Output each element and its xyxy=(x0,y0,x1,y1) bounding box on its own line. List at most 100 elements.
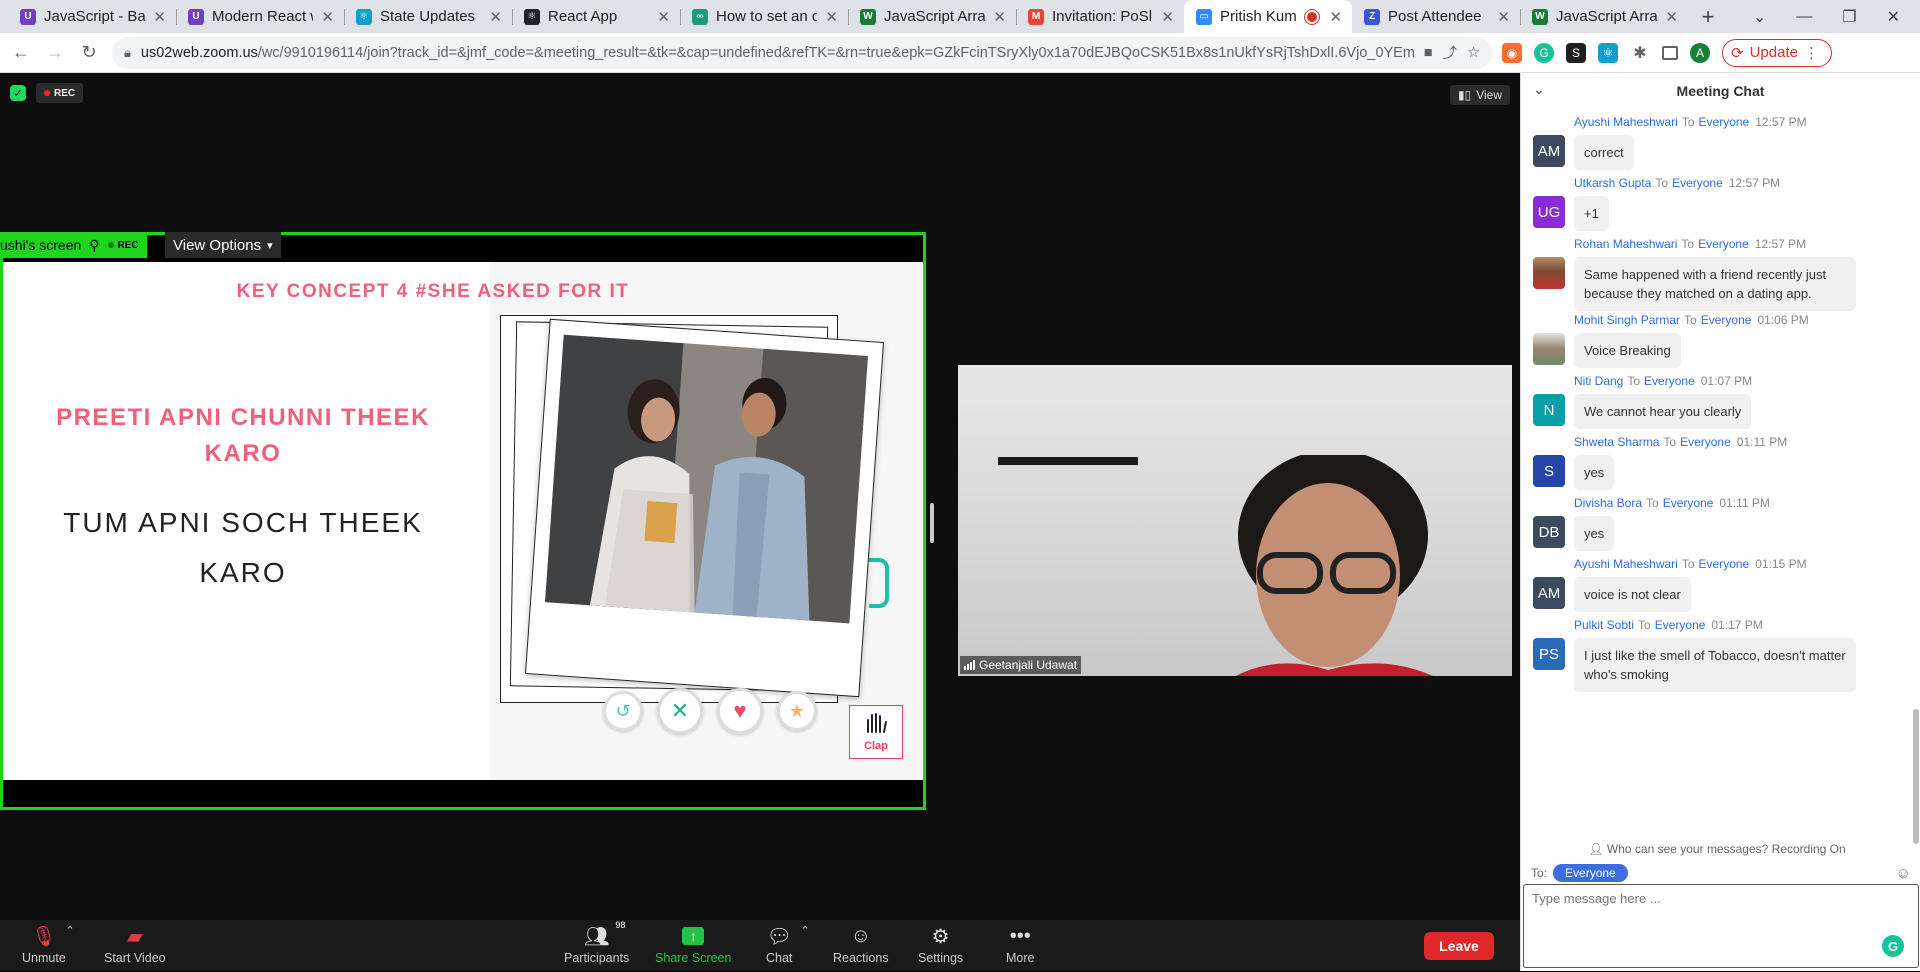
chat-avatar[interactable]: S xyxy=(1533,455,1565,487)
chat-avatar[interactable]: DB xyxy=(1533,516,1565,548)
chat-avatar[interactable]: N xyxy=(1533,394,1565,426)
chat-sender[interactable]: Divisha Bora xyxy=(1574,496,1642,510)
chat-target[interactable]: Everyone xyxy=(1701,313,1752,327)
close-window-icon[interactable]: ✕ xyxy=(1887,7,1900,27)
leave-button[interactable]: Leave xyxy=(1424,932,1494,960)
grammarly-extension-icon[interactable]: G xyxy=(1534,42,1554,63)
extensions-puzzle-icon[interactable]: ✱ xyxy=(1630,43,1650,63)
tab-close-icon[interactable]: ✕ xyxy=(489,8,502,26)
chat-avatar[interactable]: UG xyxy=(1533,196,1565,228)
encryption-shield-icon[interactable]: ✓ xyxy=(10,85,26,101)
chat-bubble[interactable]: yes xyxy=(1574,455,1615,490)
chat-bubble[interactable]: voice is not clear xyxy=(1574,577,1691,612)
tab-close-icon[interactable]: ✕ xyxy=(1161,8,1174,26)
reload-icon[interactable]: ↻ xyxy=(72,36,106,70)
chat-sender[interactable]: Utkarsh Gupta xyxy=(1574,176,1651,190)
chat-target[interactable]: Everyone xyxy=(1655,618,1706,632)
browser-tab[interactable]: M Invitation: PoSl ✕ xyxy=(1016,0,1184,33)
chat-message-list[interactable]: Ayushi Maheshwari To Everyone 12:57 PM AM cor… xyxy=(1521,109,1913,849)
browser-tab[interactable]: ▭ Pritish Kum ✕ xyxy=(1184,0,1352,33)
side-panel-icon[interactable] xyxy=(1662,45,1678,60)
chat-sender[interactable]: Rohan Maheshwari xyxy=(1574,237,1677,251)
emoji-icon[interactable]: ☺ xyxy=(1896,865,1911,882)
chat-bubble[interactable]: Voice Breaking xyxy=(1574,333,1681,368)
chat-sender[interactable]: Mohit Singh Parmar xyxy=(1574,313,1680,327)
chat-target[interactable]: Everyone xyxy=(1672,176,1723,190)
participants-button[interactable]: 👥︎ 98 Participants xyxy=(564,920,629,965)
settings-button[interactable]: ⚙ Settings xyxy=(918,924,963,966)
s-extension-icon[interactable]: S xyxy=(1566,42,1586,63)
tab-close-icon[interactable]: ✕ xyxy=(321,8,334,26)
chat-target[interactable]: Everyone xyxy=(1680,435,1731,449)
chat-bubble[interactable]: We cannot hear you clearly xyxy=(1574,394,1752,429)
new-tab-button[interactable]: + xyxy=(1688,0,1728,33)
more-button[interactable]: ••• More xyxy=(1006,924,1034,966)
chat-sender[interactable]: Pulkit Sobti xyxy=(1574,618,1634,632)
chat-bubble[interactable]: +1 xyxy=(1574,196,1609,231)
restore-icon[interactable]: ❐ xyxy=(1842,7,1856,27)
chat-target[interactable]: Everyone xyxy=(1698,237,1749,251)
chat-options-caret-icon[interactable]: ⌃ xyxy=(801,924,810,937)
minimize-icon[interactable]: — xyxy=(1796,8,1812,26)
chat-avatar[interactable]: PS xyxy=(1533,638,1565,670)
recipient-select[interactable]: Everyone xyxy=(1553,864,1628,882)
chat-avatar[interactable]: AM xyxy=(1533,135,1565,167)
tab-close-icon[interactable]: ✕ xyxy=(657,8,670,26)
start-video-button[interactable]: ▰ Start Video xyxy=(104,924,166,966)
chat-target[interactable]: Everyone xyxy=(1699,557,1750,571)
browser-tab[interactable]: W JavaScript Arra ✕ xyxy=(1520,0,1688,33)
update-button[interactable]: ⟳ Update ⋮ xyxy=(1722,38,1832,67)
browser-tab[interactable]: U JavaScript - Bas ✕ xyxy=(8,0,176,33)
view-options-button[interactable]: View Options ▾ xyxy=(165,232,281,258)
forward-icon[interactable]: → xyxy=(38,36,72,70)
browser-tab[interactable]: ∞ How to set an c ✕ xyxy=(680,0,848,33)
chat-bubble[interactable]: correct xyxy=(1574,135,1634,170)
collapse-chat-icon[interactable]: ⌄ xyxy=(1533,81,1545,98)
chat-message-input[interactable] xyxy=(1524,885,1918,967)
chat-sender[interactable]: Ayushi Maheshwari xyxy=(1574,557,1678,571)
reactions-button[interactable]: ☺ Reactions xyxy=(833,924,889,966)
layout-splitter[interactable] xyxy=(930,503,934,543)
share-screen-button[interactable]: ↑ Share Screen xyxy=(655,924,731,965)
tab-close-icon[interactable]: ✕ xyxy=(1497,8,1510,26)
chat-bubble[interactable]: yes xyxy=(1574,516,1615,551)
browser-tab[interactable]: U Modern React w ✕ xyxy=(176,0,344,33)
address-bar[interactable]: 🔒︎ us02web.zoom.us/wc/9910196114/join?tr… xyxy=(112,36,1492,69)
browser-tab[interactable]: ⚛ State Updates ✕ xyxy=(344,0,512,33)
message-visibility-notice[interactable]: 👤︎ Who can see your messages? Recording … xyxy=(1521,842,1913,856)
tab-search-icon[interactable]: ⌄ xyxy=(1753,7,1766,27)
audio-options-caret-icon[interactable]: ⌃ xyxy=(65,924,74,937)
grammarly-icon[interactable]: G xyxy=(1882,935,1904,957)
chat-avatar[interactable]: AM xyxy=(1533,577,1565,609)
share-icon[interactable]: ⤴ xyxy=(1443,42,1458,63)
extension-icon[interactable]: ◉ xyxy=(1502,42,1522,63)
tab-close-icon[interactable]: ✕ xyxy=(825,8,838,26)
chat-target[interactable]: Everyone xyxy=(1644,374,1695,388)
lock-icon[interactable]: 🔒︎ xyxy=(124,45,131,61)
browser-tab[interactable]: Z Post Attendee ✕ xyxy=(1352,0,1520,33)
chat-avatar[interactable] xyxy=(1533,333,1565,365)
view-button[interactable]: ▮▯ View xyxy=(1449,85,1510,105)
profile-avatar[interactable]: A xyxy=(1690,42,1710,63)
tab-close-icon[interactable]: ✕ xyxy=(153,8,166,26)
participant-video[interactable]: Geetanjali Udawat xyxy=(958,365,1512,676)
tab-close-icon[interactable]: ✕ xyxy=(993,8,1006,26)
recording-badge[interactable]: REC xyxy=(36,83,84,103)
chat-target[interactable]: Everyone xyxy=(1699,115,1750,129)
back-icon[interactable]: ← xyxy=(4,36,38,70)
chat-button[interactable]: 💬︎ ⌃ Chat xyxy=(766,924,810,965)
bookmark-star-icon[interactable]: ☆ xyxy=(1467,45,1480,61)
chat-sender[interactable]: Shweta Sharma xyxy=(1574,435,1659,449)
chat-bubble[interactable]: Same happened with a friend recently jus… xyxy=(1574,257,1856,311)
chat-sender[interactable]: Niti Dang xyxy=(1574,374,1623,388)
react-devtools-icon[interactable]: ⚛ xyxy=(1598,42,1618,63)
tab-close-icon[interactable]: ✕ xyxy=(1329,8,1342,26)
browser-tab[interactable]: W JavaScript Arra ✕ xyxy=(848,0,1016,33)
chat-target[interactable]: Everyone xyxy=(1663,496,1714,510)
browser-tab[interactable]: ⚛ React App ✕ xyxy=(512,0,680,33)
camera-blocked-icon[interactable]: ■ xyxy=(1424,45,1433,61)
chat-avatar[interactable] xyxy=(1533,257,1565,289)
chat-scrollbar[interactable] xyxy=(1913,709,1919,844)
chat-sender[interactable]: Ayushi Maheshwari xyxy=(1574,115,1678,129)
tab-close-icon[interactable]: ✕ xyxy=(1665,8,1678,26)
